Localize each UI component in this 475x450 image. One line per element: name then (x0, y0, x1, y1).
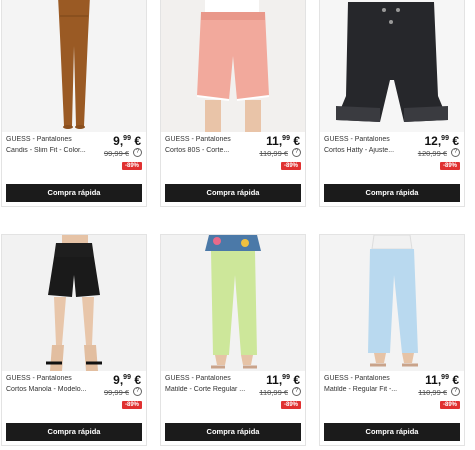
product-card[interactable]: GUESS - Pantalones Cortos Manola - Model… (1, 234, 147, 446)
info-icon[interactable]: ? (451, 387, 460, 396)
product-brand: GUESS - Pantalones (6, 375, 72, 382)
info-icon[interactable]: ? (133, 148, 142, 157)
product-price: 11,99 € (266, 134, 300, 148)
old-price: 110,99 € (259, 388, 288, 397)
product-brand: GUESS - Pantalones (324, 375, 390, 382)
quick-buy-button[interactable]: Compra rápida (6, 184, 142, 202)
product-price: 11,99 € (425, 373, 459, 387)
product-card[interactable]: GUESS - Pantalones Matilde - Corte Regul… (160, 234, 306, 446)
discount-badge: -89% (439, 401, 460, 409)
old-price: 99,99 € (103, 149, 129, 158)
discount-badge: -89% (121, 401, 142, 409)
old-price: 99,99 € (103, 388, 129, 397)
discount-badge: -89% (280, 401, 301, 409)
product-name[interactable]: Matilde - Regular Fit -... (324, 386, 420, 393)
product-grid: GUESS - Pantalones Candis - Slim Fit - C… (0, 0, 475, 450)
quick-buy-button[interactable]: Compra rápida (324, 423, 460, 441)
discount-badge: -89% (439, 162, 460, 170)
discount-badge: -89% (121, 162, 142, 170)
product-card[interactable]: GUESS - Pantalones Matilde - Regular Fit… (319, 234, 465, 446)
info-icon[interactable]: ? (292, 148, 301, 157)
product-brand: GUESS - Pantalones (165, 375, 231, 382)
product-image[interactable] (320, 0, 464, 132)
product-image[interactable] (2, 0, 146, 132)
product-name[interactable]: Matilde - Corte Regular ... (165, 386, 261, 393)
product-card[interactable]: GUESS - Pantalones Cortos Hatty - Ajuste… (319, 0, 465, 207)
quick-buy-button[interactable]: Compra rápida (324, 184, 460, 202)
product-image[interactable] (161, 0, 305, 132)
product-brand: GUESS - Pantalones (324, 136, 390, 143)
product-name[interactable]: Cortos Manola - Modelo... (6, 386, 102, 393)
product-price: 9,99 € (113, 134, 141, 148)
product-price: 11,99 € (266, 373, 300, 387)
old-price: 110,99 € (259, 149, 288, 158)
product-name[interactable]: Cortos 80S - Corte... (165, 147, 261, 154)
quick-buy-button[interactable]: Compra rápida (165, 184, 301, 202)
product-image[interactable] (2, 235, 146, 371)
product-brand: GUESS - Pantalones (165, 136, 231, 143)
info-icon[interactable]: ? (133, 387, 142, 396)
info-icon[interactable]: ? (451, 148, 460, 157)
product-card[interactable]: GUESS - Pantalones Cortos 80S - Corte...… (160, 0, 306, 207)
info-icon[interactable]: ? (292, 387, 301, 396)
product-brand: GUESS - Pantalones (6, 136, 72, 143)
quick-buy-button[interactable]: Compra rápida (165, 423, 301, 441)
old-price: 120,99 € (417, 149, 447, 158)
discount-badge: -89% (280, 162, 301, 170)
product-card[interactable]: GUESS - Pantalones Candis - Slim Fit - C… (1, 0, 147, 207)
quick-buy-button[interactable]: Compra rápida (6, 423, 142, 441)
product-name[interactable]: Cortos Hatty - Ajuste... (324, 147, 420, 154)
old-price: 110,99 € (418, 388, 447, 397)
product-image[interactable] (320, 235, 464, 371)
product-image[interactable] (161, 235, 305, 371)
product-price: 12,99 € (424, 134, 459, 148)
product-name[interactable]: Candis - Slim Fit - Color... (6, 147, 102, 154)
product-price: 9,99 € (113, 373, 141, 387)
